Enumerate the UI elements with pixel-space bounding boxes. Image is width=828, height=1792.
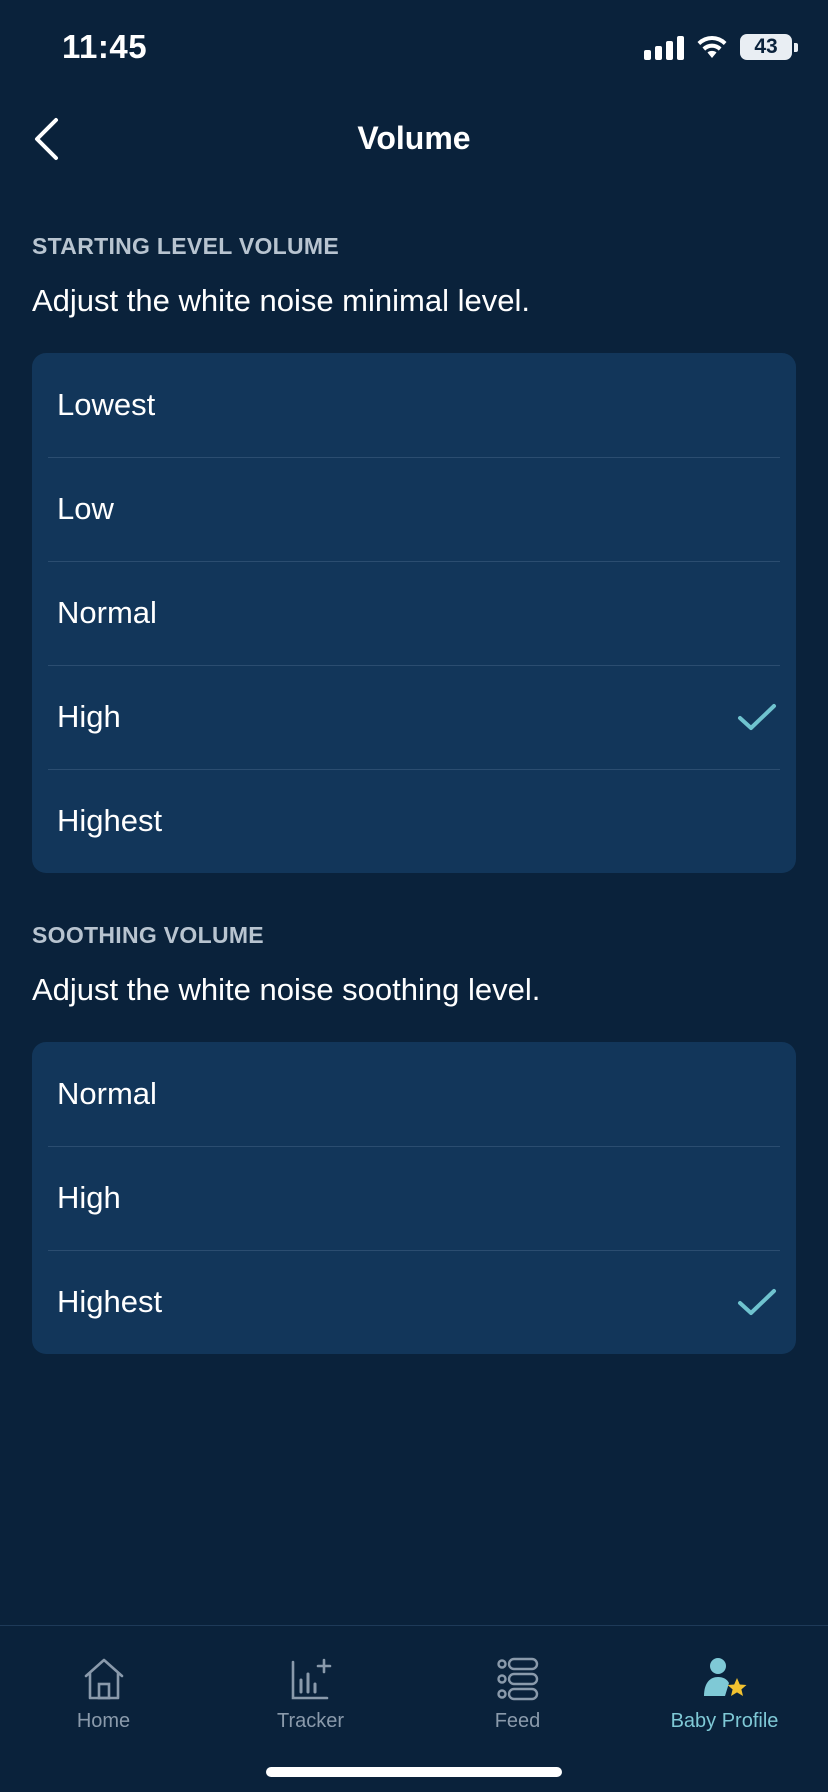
home-icon bbox=[84, 1658, 123, 1700]
tab-label: Feed bbox=[494, 1710, 541, 1732]
option-label: Normal bbox=[57, 595, 157, 630]
soothing-volume-description: Adjust the white noise soothing level. bbox=[32, 972, 541, 1007]
option-label: Normal bbox=[57, 1076, 157, 1111]
soothing-volume-options: Normal High Highest bbox=[32, 1042, 796, 1354]
tab-feed[interactable]: Feed bbox=[414, 1626, 621, 1746]
option-normal[interactable]: Normal bbox=[32, 561, 796, 665]
feed-icon bbox=[496, 1657, 538, 1701]
baby-profile-icon bbox=[703, 1658, 746, 1696]
volume-screen: 11:45 43 Volume STARTING LEVEL VOLUME Ad… bbox=[0, 0, 828, 1792]
option-label: High bbox=[57, 699, 121, 734]
cellular-signal-icon bbox=[644, 34, 684, 60]
tab-home[interactable]: Home bbox=[0, 1626, 207, 1746]
option-highest[interactable]: Highest bbox=[32, 769, 796, 873]
tab-label: Baby Profile bbox=[670, 1710, 779, 1732]
tab-label: Tracker bbox=[276, 1710, 345, 1732]
option-normal[interactable]: Normal bbox=[32, 1042, 796, 1146]
option-label: Low bbox=[57, 491, 114, 526]
option-label: Highest bbox=[57, 803, 163, 838]
battery-icon: 43 bbox=[740, 34, 798, 60]
option-high[interactable]: High bbox=[32, 665, 796, 769]
starting-level-options: Lowest Low Normal High Highest bbox=[32, 353, 796, 873]
tracker-icon bbox=[291, 1658, 331, 1700]
status-icons: 43 bbox=[644, 34, 798, 60]
status-bar: 11:45 43 bbox=[0, 0, 828, 100]
nav-header: Volume bbox=[0, 100, 828, 182]
tab-baby-profile[interactable]: Baby Profile bbox=[621, 1626, 828, 1746]
option-lowest[interactable]: Lowest bbox=[32, 353, 796, 457]
status-time: 11:45 bbox=[62, 28, 148, 65]
wifi-icon bbox=[697, 35, 727, 58]
option-low[interactable]: Low bbox=[32, 457, 796, 561]
tab-tracker[interactable]: Tracker bbox=[207, 1626, 414, 1746]
option-highest[interactable]: Highest bbox=[32, 1250, 796, 1354]
starting-level-description: Adjust the white noise minimal level. bbox=[32, 283, 530, 318]
checkmark-icon bbox=[738, 1289, 776, 1315]
option-label: Highest bbox=[57, 1284, 163, 1319]
option-high[interactable]: High bbox=[32, 1146, 796, 1250]
option-label: High bbox=[57, 1180, 121, 1215]
battery-level: 43 bbox=[754, 35, 778, 58]
home-indicator[interactable] bbox=[266, 1767, 562, 1777]
page-title: Volume bbox=[357, 120, 471, 156]
starting-level-label: STARTING LEVEL VOLUME bbox=[32, 233, 340, 259]
option-label: Lowest bbox=[57, 387, 156, 422]
tab-label: Home bbox=[76, 1710, 131, 1732]
soothing-volume-label: SOOTHING VOLUME bbox=[32, 922, 264, 948]
checkmark-icon bbox=[738, 704, 776, 730]
